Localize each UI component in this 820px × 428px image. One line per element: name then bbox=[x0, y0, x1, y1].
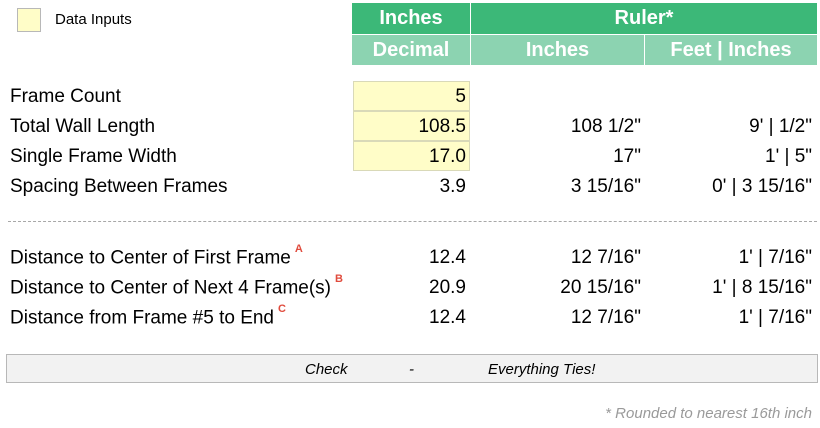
distance-next-frames-feet-inches: 1' | 8 15/16" bbox=[712, 277, 812, 298]
data-input-legend-swatch bbox=[17, 8, 41, 32]
section-divider bbox=[8, 221, 817, 222]
note-marker-b: B bbox=[335, 273, 343, 285]
spacing-between-frames-feet-inches: 0' | 3 15/16" bbox=[712, 176, 812, 197]
row-label-spacing-between-frames: Spacing Between Frames bbox=[10, 176, 228, 197]
header-decimal: Decimal bbox=[352, 35, 470, 65]
distance-next-frames-inches: 20 15/16" bbox=[560, 277, 641, 298]
check-status: Everything Ties! bbox=[488, 361, 596, 378]
check-dash: - bbox=[409, 361, 414, 378]
check-bar: Check - Everything Ties! bbox=[6, 354, 818, 383]
distance-frame5-to-end-feet-inches: 1' | 7/16" bbox=[738, 307, 812, 328]
frame-count-value[interactable]: 5 bbox=[352, 86, 466, 108]
data-input-legend-label: Data Inputs bbox=[55, 11, 132, 28]
distance-frame5-to-end-inches: 12 7/16" bbox=[570, 307, 641, 328]
row-label-distance-first-frame: Distance to Center of First Frame A bbox=[10, 243, 303, 269]
distance-first-frame-value: 12.4 bbox=[429, 247, 466, 268]
row-label-distance-next-frames: Distance to Center of Next 4 Frame(s) B bbox=[10, 273, 343, 299]
header-inches: Inches bbox=[352, 3, 470, 34]
distance-first-frame-inches: 12 7/16" bbox=[570, 247, 641, 268]
check-label: Check bbox=[305, 361, 348, 378]
row-label-frame-count: Frame Count bbox=[10, 86, 121, 107]
header-feet-inches: Feet | Inches bbox=[645, 35, 817, 65]
total-wall-length-feet-inches: 9' | 1/2" bbox=[749, 116, 812, 137]
note-marker-c: C bbox=[278, 303, 286, 315]
header-ruler-inches: Inches bbox=[471, 35, 644, 65]
single-frame-width-feet-inches: 1' | 5" bbox=[765, 146, 812, 167]
single-frame-width-inches: 17" bbox=[613, 146, 641, 167]
row-label-single-frame-width: Single Frame Width bbox=[10, 146, 177, 167]
row-label-distance-frame5-to-end: Distance from Frame #5 to End C bbox=[10, 303, 286, 329]
spacing-between-frames-value: 3.9 bbox=[439, 176, 466, 197]
distance-first-frame-feet-inches: 1' | 7/16" bbox=[738, 247, 812, 268]
rounding-footnote: * Rounded to nearest 16th inch bbox=[605, 405, 812, 422]
total-wall-length-inches: 108 1/2" bbox=[570, 116, 641, 137]
header-ruler: Ruler* bbox=[471, 3, 817, 34]
spacing-between-frames-inches: 3 15/16" bbox=[570, 176, 641, 197]
single-frame-width-value[interactable]: 17.0 bbox=[352, 146, 466, 168]
row-label-total-wall-length: Total Wall Length bbox=[10, 116, 156, 137]
total-wall-length-value[interactable]: 108.5 bbox=[352, 116, 466, 138]
distance-frame5-to-end-value: 12.4 bbox=[429, 307, 466, 328]
distance-next-frames-value: 20.9 bbox=[429, 277, 466, 298]
note-marker-a: A bbox=[294, 243, 303, 255]
